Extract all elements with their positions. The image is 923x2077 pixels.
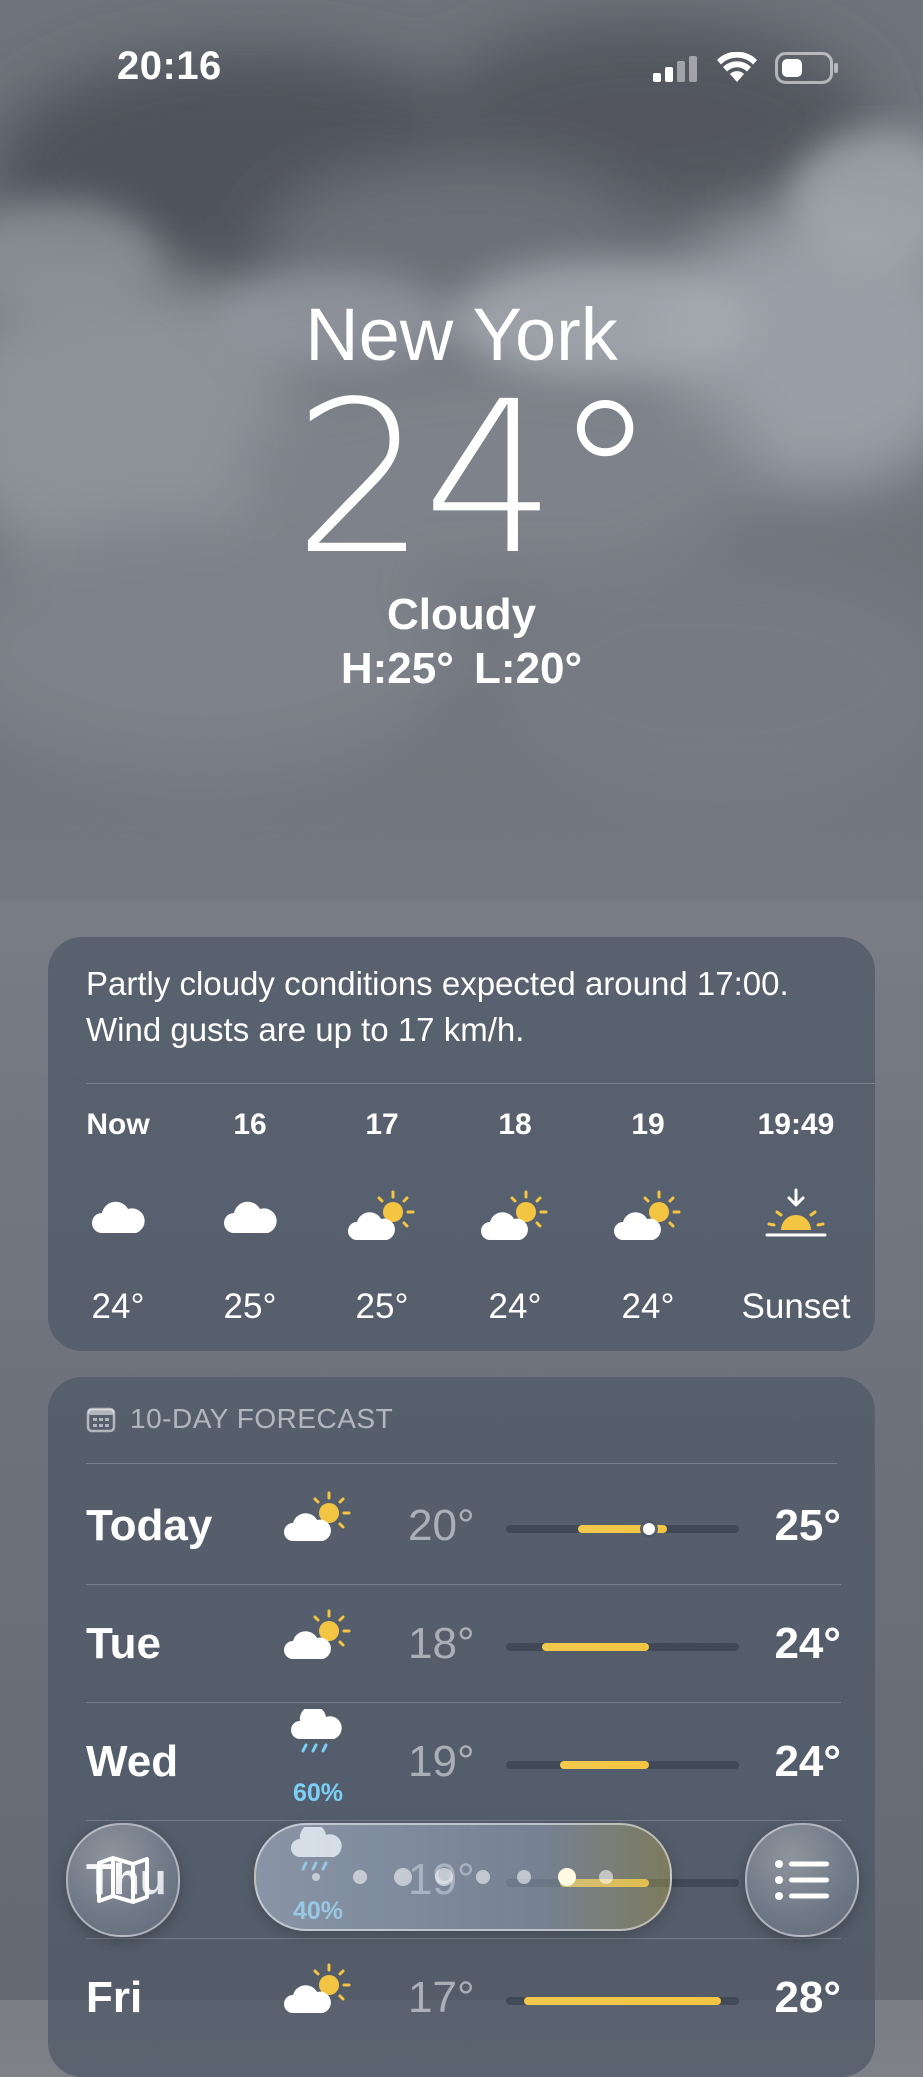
page-dot — [394, 1868, 412, 1886]
temp-range-track — [506, 1997, 739, 2005]
partly-sunny-icon — [278, 1961, 358, 2031]
page-dot — [435, 1868, 453, 1886]
day-name: Tue — [86, 1619, 161, 1668]
temp-range-bar — [541, 1643, 650, 1651]
temp-range-track — [506, 1643, 739, 1651]
page-dot — [353, 1870, 367, 1884]
temp-range-track — [506, 1523, 739, 1535]
low-temp: 18° — [408, 1619, 475, 1668]
page-dot — [599, 1870, 613, 1884]
high-temp: 24° — [774, 1737, 841, 1786]
divider — [86, 1463, 837, 1464]
hourly-forecast-card[interactable]: Partly cloudy conditions expected around… — [48, 937, 875, 1351]
current-condition: Cloudy — [386, 590, 537, 639]
calendar-icon — [86, 1407, 116, 1433]
partly-sunny-icon — [278, 1607, 358, 1677]
locations-list-button[interactable] — [745, 1823, 859, 1937]
high-temp: 25° — [774, 1501, 841, 1550]
high-temp: 28° — [774, 1973, 841, 2022]
forecast-day-row[interactable]: Fri 17° 28° — [86, 1939, 841, 2057]
location-pager[interactable] — [254, 1823, 672, 1931]
hour-label: 17 — [365, 1108, 399, 1141]
hour-temp: 24° — [91, 1287, 145, 1326]
cellular-signal-icon — [653, 56, 697, 82]
hourly-item: 17 25° — [312, 1105, 452, 1329]
hour-temp: 24° — [488, 1287, 542, 1326]
low-temp: 20° — [408, 1501, 475, 1550]
temp-range-bar — [523, 1997, 722, 2005]
hourly-item: 16 25° — [180, 1105, 320, 1329]
precipitation-chance: 60% — [292, 1779, 344, 1807]
page-dot — [476, 1870, 490, 1884]
list-icon — [775, 1860, 829, 1900]
cloud-icon — [48, 1185, 188, 1247]
temp-range-track — [506, 1761, 739, 1769]
hour-temp: 24° — [621, 1287, 675, 1326]
sunset-icon — [726, 1185, 866, 1247]
forecast-day-row[interactable]: Today 20° 25° — [86, 1467, 841, 1585]
partly-sunny-icon — [278, 1489, 358, 1559]
partly-sunny-icon — [312, 1185, 452, 1247]
temp-range-bar — [559, 1761, 650, 1769]
hourly-item: 19 24° — [578, 1105, 718, 1329]
forecast-header-label: 10-DAY FORECAST — [130, 1403, 394, 1434]
page-dot-active — [558, 1868, 576, 1886]
hourly-item: 18 24° — [445, 1105, 585, 1329]
page-dot — [517, 1870, 531, 1884]
current-temperature: 24° — [293, 356, 657, 601]
day-name: Wed — [86, 1737, 179, 1786]
forecast-day-row[interactable]: Wed 60% 19° 24° — [86, 1703, 841, 1821]
high-low: H:25° L:20° — [340, 644, 583, 693]
hour-label: Now — [86, 1108, 150, 1141]
hour-temp: 25° — [355, 1287, 409, 1326]
forecast-summary: Partly cloudy conditions expected around… — [86, 965, 789, 1048]
status-icons — [653, 48, 843, 88]
bottom-toolbar — [0, 1820, 923, 1937]
current-temp-indicator — [643, 1523, 656, 1535]
partly-sunny-icon — [578, 1185, 718, 1247]
cloud-icon — [180, 1185, 320, 1247]
day-name: Today — [86, 1501, 213, 1550]
map-button[interactable] — [66, 1823, 180, 1937]
partly-sunny-icon — [445, 1185, 585, 1247]
status-bar: 20:16 — [0, 0, 923, 130]
map-icon — [97, 1856, 149, 1904]
hour-temp: Sunset — [741, 1287, 851, 1326]
low-temp: 17° — [408, 1973, 475, 2022]
battery-icon — [775, 52, 838, 84]
hour-label: 19 — [631, 1108, 665, 1141]
hour-label: 19:49 — [757, 1108, 835, 1141]
hourly-item: 19:49 Sunset — [726, 1105, 866, 1329]
hour-label: 18 — [498, 1108, 532, 1141]
high-temp: 24° — [774, 1619, 841, 1668]
current-weather: New York 24° Cloudy H:25° L:20° — [0, 290, 923, 696]
page-dot — [312, 1873, 320, 1881]
forecast-header: 10-DAY FORECAST — [86, 1403, 393, 1435]
hour-temp: 25° — [223, 1287, 277, 1326]
hour-label: 16 — [233, 1108, 267, 1141]
divider — [86, 1083, 875, 1084]
hourly-item: Now 24° — [48, 1105, 188, 1329]
day-name: Fri — [86, 1973, 143, 2022]
status-time: 20:16 — [117, 44, 222, 88]
low-temp: 19° — [408, 1737, 475, 1786]
forecast-day-row[interactable]: Tue 18° 24° — [86, 1585, 841, 1703]
ten-day-forecast-card[interactable]: 10-DAY FORECAST Today 20° 25° Tue 18° 24… — [48, 1377, 875, 2077]
wifi-icon — [717, 52, 757, 82]
rain-cloud-icon — [278, 1705, 358, 1779]
